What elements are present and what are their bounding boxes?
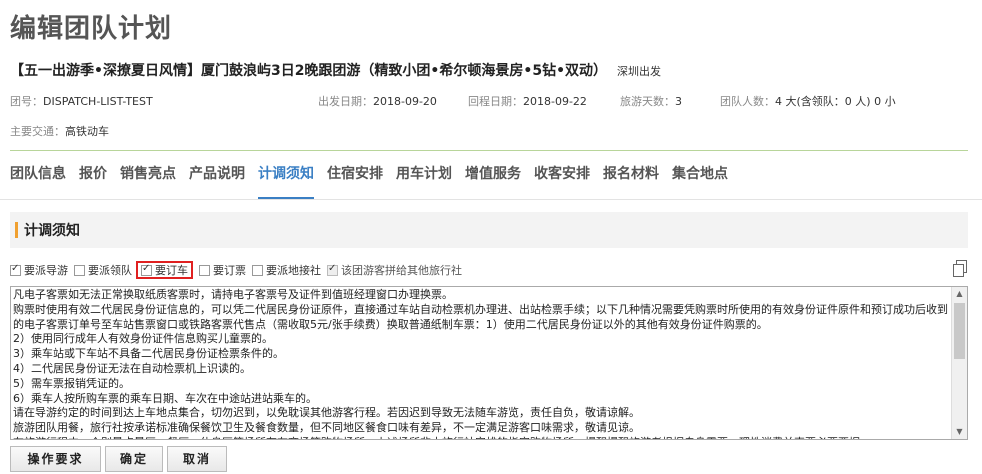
section-header: 计调须知	[10, 212, 968, 248]
confirm-button[interactable]: 确定	[105, 446, 163, 472]
tab-quote[interactable]: 报价	[79, 160, 107, 200]
checkbox-merge-with-other-agency: 该团游客拼给其他旅行社	[327, 261, 462, 279]
textarea-scrollbar[interactable]: ▲ ▼	[951, 287, 967, 439]
tab-dispatch-notes[interactable]: 计调须知	[258, 160, 314, 200]
checkbox-box[interactable]	[252, 264, 263, 276]
dispatch-notes-textarea[interactable]: 凡电子客票如无法正常换取纸质客票时，请持电子客票号及证件到值班经理窗口办理换票。…	[10, 286, 968, 440]
tab-bar: 团队信息 报价 销售亮点 产品说明 计调须知 住宿安排 用车计划 增值服务 收客…	[10, 160, 741, 200]
dispatch-options: 要派导游 要派领队 要订车 要订票 要派地接社 该团游客拼给其他旅行社	[10, 261, 468, 279]
checkbox-assign-guide[interactable]: 要派导游	[10, 261, 68, 279]
checkbox-box	[327, 263, 338, 276]
checkbox-book-ticket[interactable]: 要订票	[199, 261, 246, 279]
trip-days: 旅游天数：3	[620, 95, 682, 108]
tab-registration-materials[interactable]: 报名材料	[603, 160, 659, 200]
tab-product-description[interactable]: 产品说明	[189, 160, 245, 200]
checkbox-book-vehicle[interactable]: 要订车	[136, 261, 193, 279]
checkbox-box[interactable]	[10, 263, 21, 276]
depart-city: 深圳出发	[617, 65, 662, 78]
return-date: 回程日期：2018-09-22	[468, 95, 587, 108]
notes-text[interactable]: 凡电子客票如无法正常换取纸质客票时，请持电子客票号及证件到值班经理窗口办理换票。…	[13, 288, 949, 439]
tab-meeting-point[interactable]: 集合地点	[672, 160, 728, 200]
checkbox-box[interactable]	[199, 264, 210, 276]
section-accent-bar	[15, 222, 18, 238]
scroll-up-icon[interactable]: ▲	[952, 287, 967, 301]
tab-team-info[interactable]: 团队信息	[10, 160, 66, 200]
tab-vehicle-plan[interactable]: 用车计划	[396, 160, 452, 200]
tabs-underline	[0, 199, 982, 200]
checkbox-assign-leader[interactable]: 要派领队	[74, 261, 132, 279]
main-transport: 主要交通：高铁动车	[10, 125, 109, 138]
tab-highlights[interactable]: 销售亮点	[120, 160, 176, 200]
checkbox-box[interactable]	[74, 264, 85, 276]
depart-date: 出发日期：2018-09-20	[318, 95, 437, 108]
team-meta: 团号：DISPATCH-LIST-TEST 出发日期：2018-09-20 回程…	[10, 93, 970, 109]
checkbox-assign-local-agency[interactable]: 要派地接社	[252, 261, 321, 279]
team-no: 团号：DISPATCH-LIST-TEST	[10, 95, 153, 108]
route-title: 【五一出游季•深撩夏日风情】厦门鼓浪屿3日2晚跟团游（精致小团•希尔顿海景房•5…	[10, 60, 661, 80]
scroll-thumb[interactable]	[954, 303, 965, 359]
divider	[10, 150, 968, 151]
action-buttons: 操作要求 确定 取消	[10, 446, 231, 472]
tab-accommodation[interactable]: 住宿安排	[327, 160, 383, 200]
page-title: 编辑团队计划	[10, 14, 173, 44]
copy-icon[interactable]	[952, 260, 968, 278]
tab-value-added[interactable]: 增值服务	[465, 160, 521, 200]
scroll-down-icon[interactable]: ▼	[952, 425, 967, 439]
cancel-button[interactable]: 取消	[167, 446, 227, 472]
tab-customer-arrangement[interactable]: 收客安排	[534, 160, 590, 200]
team-size: 团队人数：4 大(含领队：0 人) 0 小	[720, 95, 896, 108]
requirements-button[interactable]: 操作要求	[10, 446, 101, 472]
checkbox-box[interactable]	[141, 263, 152, 276]
section-title: 计调须知	[24, 223, 80, 239]
route-name: 【五一出游季•深撩夏日风情】厦门鼓浪屿3日2晚跟团游（精致小团•希尔顿海景房•5…	[10, 63, 608, 79]
